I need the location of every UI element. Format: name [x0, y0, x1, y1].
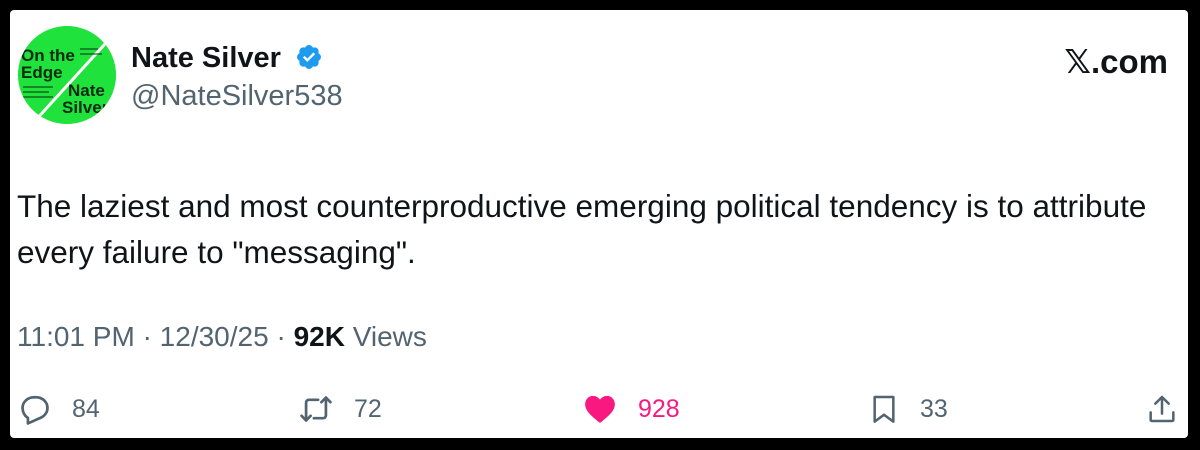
- avatar-name-line2: Silver: [62, 98, 109, 117]
- like-count: 928: [638, 395, 680, 423]
- views-label: Views: [352, 321, 427, 352]
- reply-icon: [21, 395, 49, 425]
- avatar-title-line2: Edge: [21, 63, 63, 82]
- tweet-text: The laziest and most counterproductive e…: [17, 188, 1147, 270]
- views-count: 92K: [293, 321, 345, 352]
- meta-separator: ·: [142, 321, 152, 352]
- reply-count: 84: [72, 395, 100, 423]
- meta-separator: ·: [276, 321, 286, 352]
- book-cover-icon: On the Edge Nate Silver: [18, 26, 116, 124]
- heart-icon: [585, 395, 615, 423]
- tweet-meta: 11:01 PM · 12/30/25 · 92K Views: [17, 320, 427, 354]
- bookmark-icon: [873, 395, 895, 423]
- retweet-count: 72: [354, 395, 382, 423]
- user-handle[interactable]: @NateSilver538: [131, 79, 343, 113]
- reply-button[interactable]: 84: [18, 390, 100, 428]
- x-logo[interactable]: 𝕏.com: [1064, 43, 1168, 81]
- retweet-button[interactable]: 72: [298, 390, 382, 428]
- retweet-icon: [300, 396, 332, 422]
- share-icon: [1149, 395, 1175, 423]
- tweet-date[interactable]: 12/30/25: [160, 321, 269, 352]
- bookmark-button[interactable]: 33: [868, 390, 948, 428]
- bookmark-count: 33: [920, 395, 948, 423]
- verified-badge-icon: [295, 43, 323, 71]
- avatar[interactable]: On the Edge Nate Silver: [18, 26, 116, 124]
- tweet-card: On the Edge Nate Silver Nate Silver @Nat…: [10, 10, 1188, 438]
- tweet-time[interactable]: 11:01 PM: [17, 321, 135, 352]
- like-button[interactable]: 928: [582, 390, 680, 428]
- display-name[interactable]: Nate Silver: [131, 41, 281, 75]
- share-button[interactable]: [1146, 390, 1178, 428]
